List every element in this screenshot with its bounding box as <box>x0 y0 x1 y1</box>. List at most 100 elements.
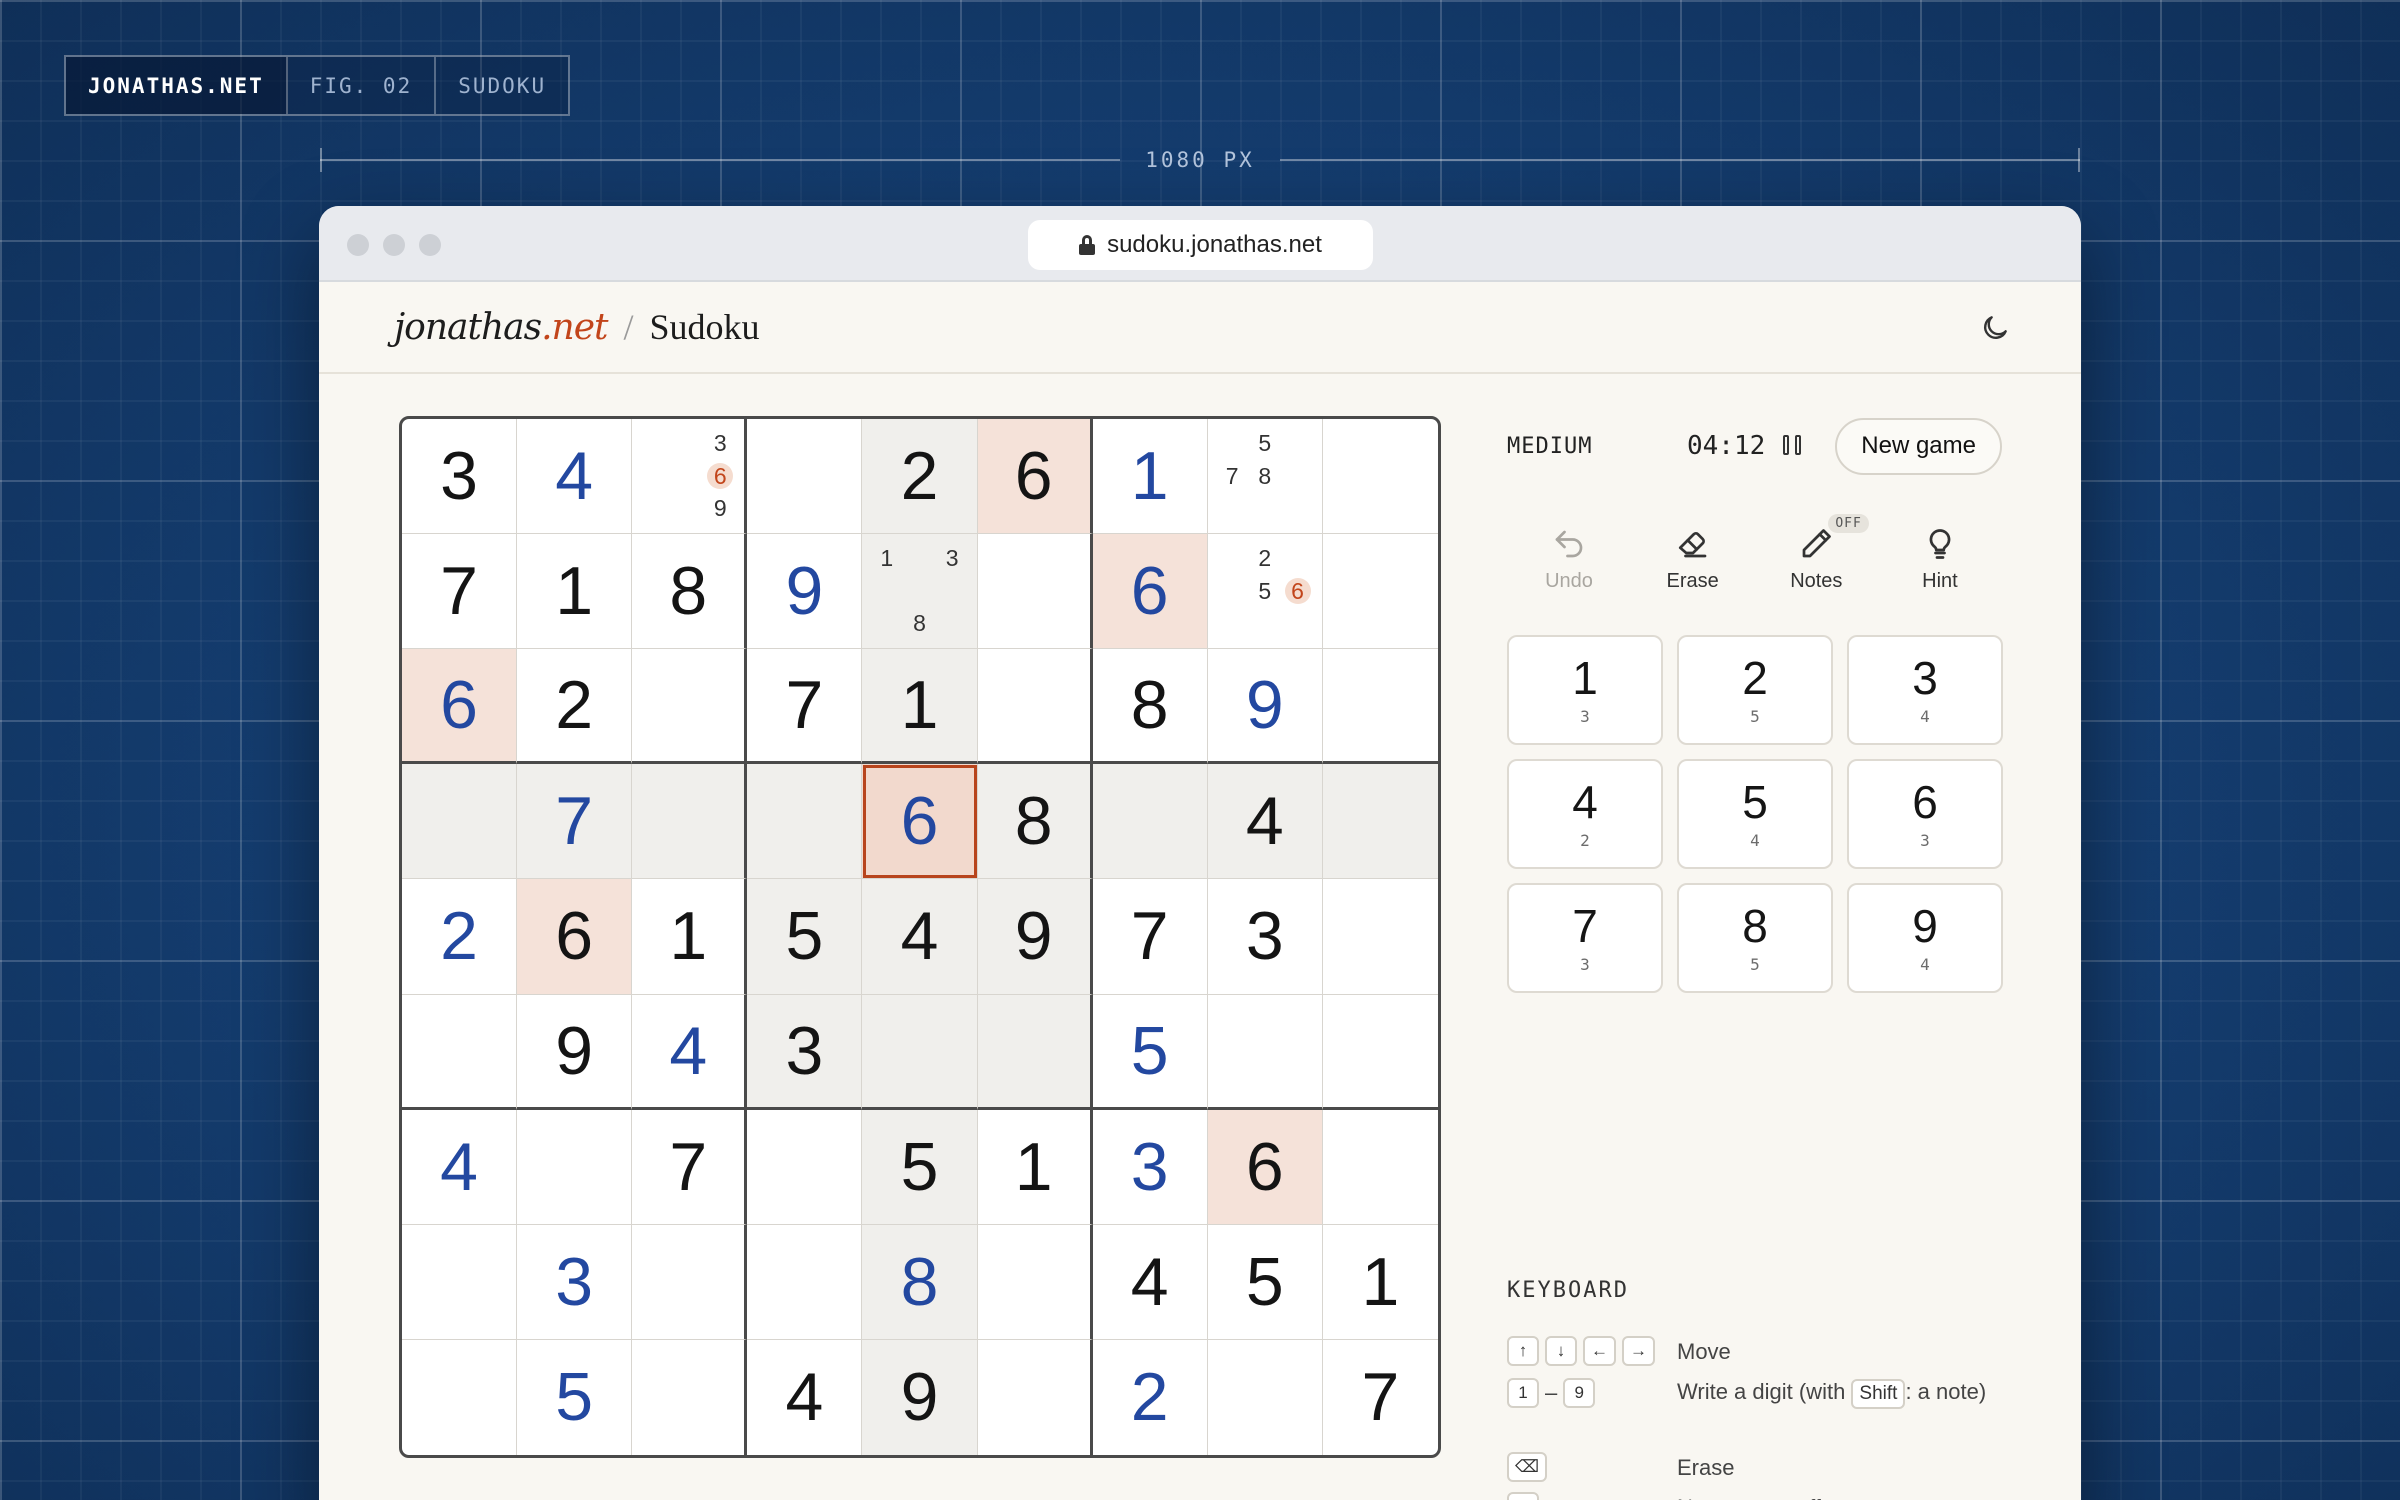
close-window-button[interactable] <box>347 234 369 256</box>
sudoku-cell[interactable] <box>1322 764 1438 880</box>
digit-button-4[interactable]: 42 <box>1507 759 1663 869</box>
sudoku-cell[interactable] <box>747 1109 863 1225</box>
sudoku-cell[interactable]: 7 <box>517 764 633 880</box>
sudoku-cell[interactable]: 6 <box>517 879 633 995</box>
sudoku-cell[interactable]: 6 <box>1207 1109 1323 1225</box>
sudoku-cell[interactable]: 3 <box>747 994 863 1110</box>
sudoku-cell[interactable]: 2 <box>517 649 633 765</box>
sudoku-cell[interactable]: 9 <box>977 879 1093 995</box>
sudoku-cell[interactable] <box>402 1339 518 1455</box>
sudoku-cell[interactable]: 4 <box>632 994 748 1110</box>
sudoku-cell[interactable] <box>632 1339 748 1455</box>
sudoku-cell[interactable] <box>1322 1110 1438 1225</box>
minimize-window-button[interactable] <box>383 234 405 256</box>
sudoku-cell[interactable]: 578 <box>1207 419 1323 535</box>
sudoku-cell[interactable]: 8 <box>1092 649 1208 765</box>
sudoku-cell[interactable]: 1 <box>1322 1225 1438 1340</box>
sudoku-cell[interactable] <box>977 994 1093 1110</box>
sudoku-cell[interactable]: 8 <box>977 764 1093 880</box>
sudoku-cell[interactable]: 6 <box>1092 534 1208 650</box>
sudoku-cell[interactable]: 5 <box>1207 1224 1323 1340</box>
sudoku-cell[interactable]: 9 <box>517 994 633 1110</box>
sudoku-cell[interactable]: 1 <box>977 1109 1093 1225</box>
site-logo[interactable]: jonathas.net <box>394 307 608 348</box>
sudoku-cell[interactable]: 4 <box>1092 1224 1208 1340</box>
sudoku-cell[interactable]: 9 <box>747 534 863 650</box>
sudoku-cell[interactable]: 4 <box>862 879 978 995</box>
digit-button-1[interactable]: 13 <box>1507 635 1663 745</box>
sudoku-cell[interactable]: 2 <box>402 879 518 995</box>
sudoku-cell[interactable] <box>977 649 1093 765</box>
digit-button-7[interactable]: 73 <box>1507 883 1663 993</box>
sudoku-cell[interactable] <box>1092 764 1208 880</box>
sudoku-cell[interactable] <box>1207 994 1323 1110</box>
sudoku-cell[interactable]: 9 <box>1207 649 1323 765</box>
sudoku-cell[interactable] <box>402 1224 518 1340</box>
sudoku-cell[interactable] <box>402 764 518 880</box>
sudoku-cell[interactable]: 6 <box>862 764 978 880</box>
hint-button[interactable]: Hint <box>1890 526 1990 593</box>
moon-icon[interactable] <box>1979 312 2011 344</box>
sudoku-cell[interactable]: 1 <box>632 879 748 995</box>
undo-button[interactable]: Undo <box>1519 526 1619 593</box>
sudoku-cell[interactable] <box>1322 649 1438 765</box>
sudoku-cell[interactable]: 4 <box>1207 764 1323 880</box>
new-game-button[interactable]: New game <box>1835 417 2002 475</box>
sudoku-cell[interactable]: 5 <box>862 1109 978 1225</box>
sudoku-cell[interactable] <box>517 1109 633 1225</box>
digit-button-8[interactable]: 85 <box>1677 883 1833 993</box>
sudoku-cell[interactable]: 9 <box>862 1339 978 1455</box>
sudoku-cell[interactable] <box>1322 419 1438 535</box>
sudoku-cell[interactable]: 5 <box>517 1339 633 1455</box>
pause-icon[interactable] <box>1783 435 1802 457</box>
sudoku-cell[interactable]: 6 <box>402 649 518 765</box>
sudoku-cell[interactable]: 7 <box>632 1109 748 1225</box>
digit-button-6[interactable]: 63 <box>1847 759 2003 869</box>
digit-button-5[interactable]: 54 <box>1677 759 1833 869</box>
sudoku-cell[interactable] <box>632 764 748 880</box>
sudoku-cell[interactable] <box>632 1224 748 1340</box>
sudoku-cell[interactable]: 7 <box>1092 879 1208 995</box>
erase-button[interactable]: Erase <box>1643 526 1743 593</box>
notes-toggle[interactable]: OFF Notes <box>1766 514 1869 593</box>
sudoku-cell[interactable] <box>747 419 863 535</box>
sudoku-cell[interactable] <box>747 764 863 880</box>
sudoku-cell[interactable]: 2 <box>862 419 978 535</box>
sudoku-cell[interactable] <box>632 649 748 765</box>
sudoku-cell[interactable]: 4 <box>517 419 633 535</box>
digit-button-2[interactable]: 25 <box>1677 635 1833 745</box>
sudoku-cell[interactable] <box>1322 879 1438 995</box>
sudoku-cell[interactable]: 4 <box>402 1109 518 1225</box>
maximize-window-button[interactable] <box>419 234 441 256</box>
digit-button-3[interactable]: 34 <box>1847 635 2003 745</box>
sudoku-cell[interactable] <box>978 1339 1093 1455</box>
sudoku-cell[interactable]: 8 <box>632 534 748 650</box>
sudoku-cell[interactable]: 7 <box>402 534 518 650</box>
sudoku-cell[interactable]: 6 <box>977 419 1093 535</box>
sudoku-cell[interactable] <box>1208 1339 1323 1455</box>
sudoku-cell[interactable]: 1 <box>517 534 633 650</box>
sudoku-cell[interactable] <box>977 1224 1093 1340</box>
sudoku-cell[interactable]: 4 <box>747 1339 863 1455</box>
sudoku-cell[interactable]: 7 <box>1323 1340 1438 1455</box>
sudoku-cell[interactable] <box>1322 534 1438 650</box>
sudoku-cell[interactable]: 3 <box>402 419 518 535</box>
sudoku-cell[interactable]: 3 <box>1092 1109 1208 1225</box>
sudoku-cell[interactable]: 2 56 <box>1207 534 1323 650</box>
sudoku-cell[interactable]: 3 69 <box>632 419 748 535</box>
sudoku-cell[interactable]: 7 <box>747 649 863 765</box>
address-bar[interactable]: sudoku.jonathas.net <box>1028 220 1373 270</box>
sudoku-cell[interactable]: 3 <box>517 1224 633 1340</box>
sudoku-cell[interactable]: 5 <box>747 879 863 995</box>
sudoku-cell[interactable]: 1 <box>1092 419 1208 535</box>
sudoku-cell[interactable] <box>862 994 978 1110</box>
sudoku-cell[interactable] <box>1322 995 1438 1110</box>
sudoku-cell[interactable]: 1 3 8 <box>862 534 978 650</box>
sudoku-cell[interactable]: 1 <box>862 649 978 765</box>
sudoku-cell[interactable]: 2 <box>1093 1339 1208 1455</box>
sudoku-cell[interactable] <box>747 1224 863 1340</box>
sudoku-cell[interactable]: 5 <box>1092 994 1208 1110</box>
sudoku-cell[interactable] <box>402 994 518 1110</box>
sudoku-cell[interactable] <box>977 534 1093 650</box>
sudoku-cell[interactable]: 3 <box>1207 879 1323 995</box>
